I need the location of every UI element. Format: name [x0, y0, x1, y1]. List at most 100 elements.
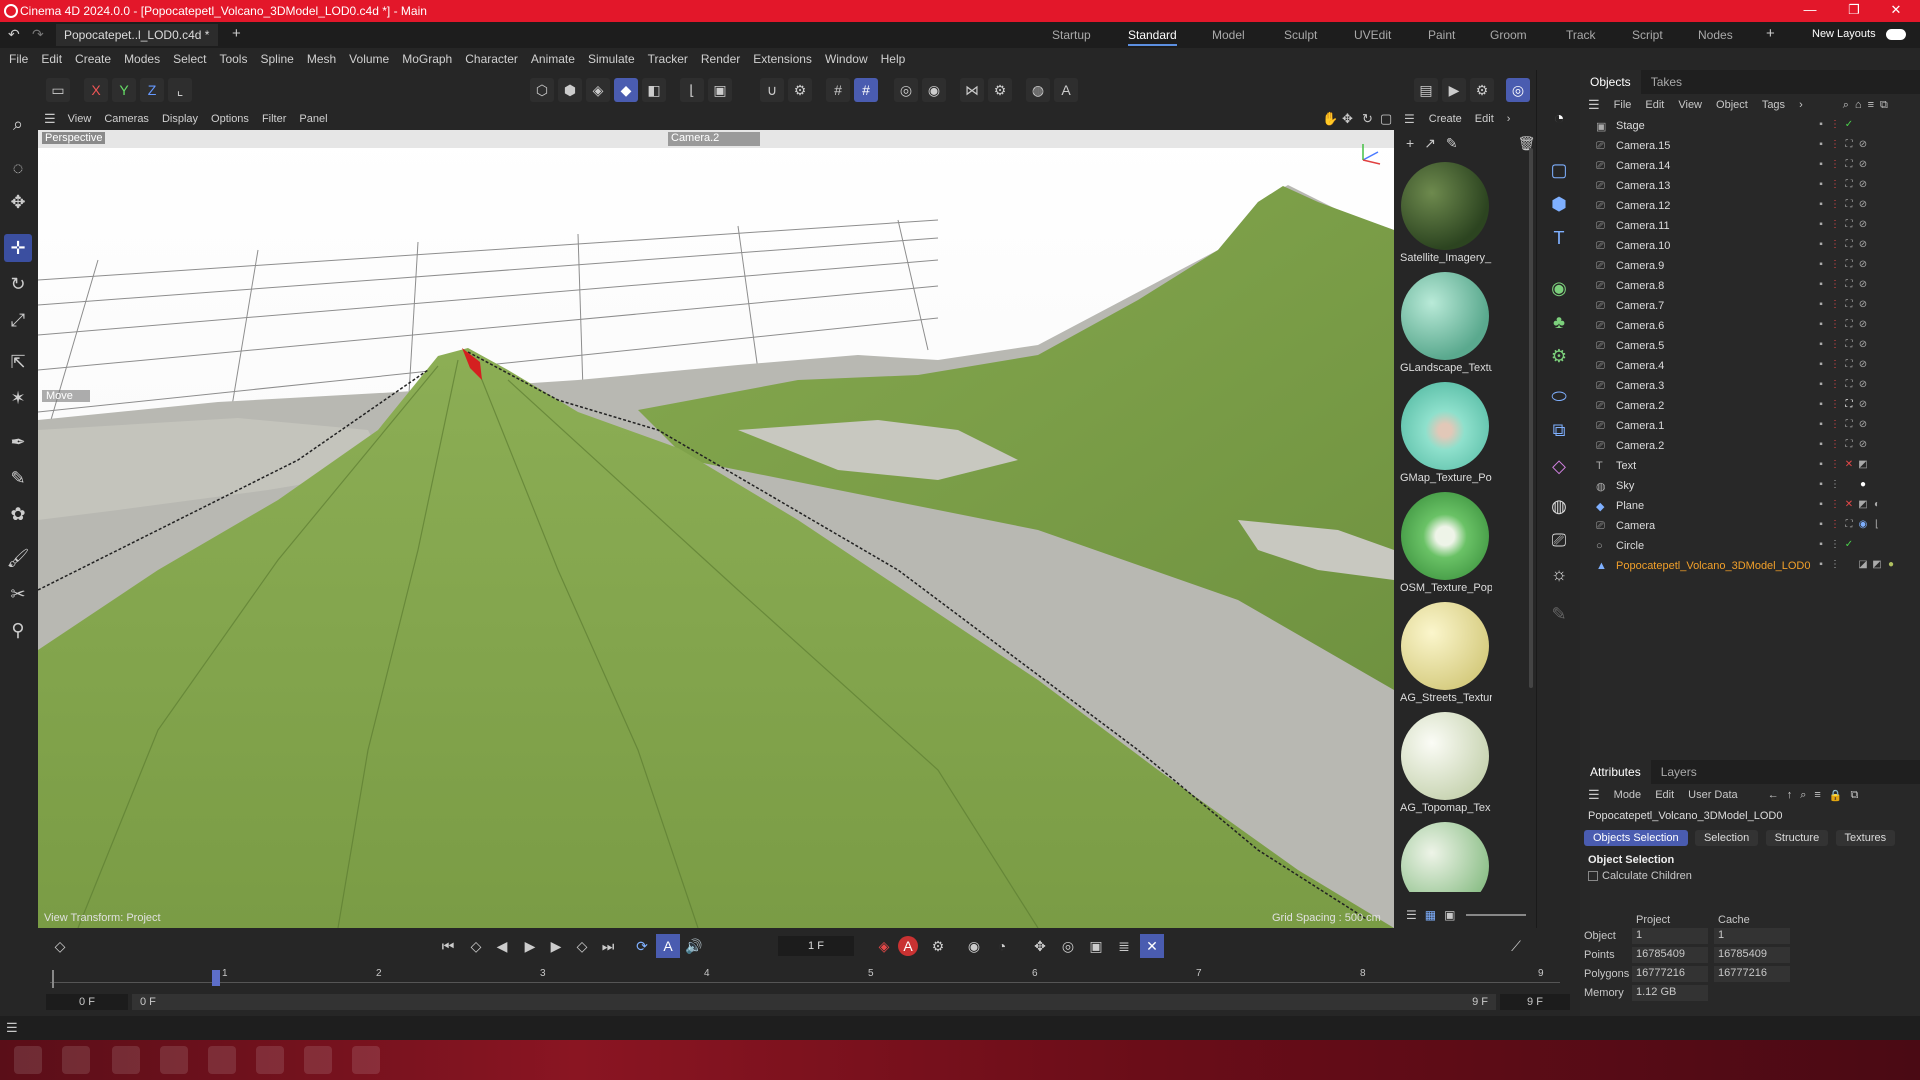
- object-row-camera-14[interactable]: ⎚ Camera.14 ▪ ⋮ ⛶ ⊘: [1580, 156, 1920, 176]
- object-row-camera-4[interactable]: ⎚ Camera.4 ▪ ⋮ ⛶ ⊘: [1580, 356, 1920, 376]
- layout-tab-sculpt[interactable]: Sculpt: [1284, 26, 1317, 46]
- taskbar-app-icon[interactable]: [256, 1046, 284, 1074]
- object-row-camera-5[interactable]: ⎚ Camera.5 ▪ ⋮ ⛶ ⊘: [1580, 336, 1920, 356]
- menu-create[interactable]: Create: [75, 52, 111, 66]
- object-row-camera-2b[interactable]: ⎚ Camera.2 ▪ ⋮ ⛶ ⊘: [1580, 436, 1920, 456]
- close-icon[interactable]: ✕: [1876, 2, 1916, 20]
- material-menu-create[interactable]: Create: [1429, 113, 1462, 125]
- y-axis-button[interactable]: Y: [112, 78, 136, 102]
- loop-icon[interactable]: ⟳: [630, 934, 654, 958]
- snap-settings-icon[interactable]: ⚙: [788, 78, 812, 102]
- om-menu-view[interactable]: View: [1678, 99, 1702, 111]
- material-gmap[interactable]: GMap_Texture_Po: [1400, 382, 1492, 484]
- record-keyframe-icon[interactable]: ◈: [872, 934, 896, 958]
- structure-button[interactable]: Structure: [1765, 830, 1829, 846]
- tab-takes[interactable]: Takes: [1641, 70, 1692, 94]
- taskbar-app-icon[interactable]: [208, 1046, 236, 1074]
- maximize-icon[interactable]: ❐: [1834, 2, 1874, 20]
- object-row-stage[interactable]: ▣ Stage ▪ ⋮ ✓: [1580, 116, 1920, 136]
- sound-icon[interactable]: 🔊: [682, 934, 706, 958]
- key-point-icon[interactable]: ≣: [1112, 934, 1136, 958]
- viewport-hamburger-icon[interactable]: ☰: [44, 111, 56, 127]
- menu-toggle-icon[interactable]: ▭: [46, 78, 70, 102]
- up-arrow-icon[interactable]: ↑: [1787, 789, 1793, 801]
- volume-icon[interactable]: ⧉: [1545, 416, 1573, 444]
- object-row-camera-6[interactable]: ⎚ Camera.6 ▪ ⋮ ⛶ ⊘: [1580, 316, 1920, 336]
- move-view-icon[interactable]: ✥: [1342, 111, 1353, 127]
- object-row-camera-15[interactable]: ⎚ Camera.15 ▪ ⋮ ⛶ ⊘: [1580, 136, 1920, 156]
- transform-tool-icon[interactable]: ⇱: [4, 348, 32, 376]
- auto-keyframe-icon[interactable]: A: [898, 936, 918, 956]
- object-row-camera-1[interactable]: ⎚ Camera.1 ▪ ⋮ ⛶ ⊘: [1580, 416, 1920, 436]
- keyframe-settings-icon[interactable]: ⚙: [926, 934, 950, 958]
- solo-icon[interactable]: ◉: [922, 78, 946, 102]
- key-position-icon[interactable]: ◉: [962, 934, 986, 958]
- soft-selection-icon[interactable]: ◎: [894, 78, 918, 102]
- om-menu-edit[interactable]: Edit: [1645, 99, 1664, 111]
- layout-tab-track[interactable]: Track: [1566, 26, 1596, 46]
- taskbar-app-icon[interactable]: [160, 1046, 188, 1074]
- object-row-plane[interactable]: ◆ Plane ▪ ⋮ ✕ ◩ ◐: [1580, 496, 1920, 516]
- new-window-icon[interactable]: ⧉: [1850, 789, 1858, 802]
- object-row-sky[interactable]: ◍ Sky ▪ ⋮ ●: [1580, 476, 1920, 496]
- object-row-camera[interactable]: ⎚ Camera ▪ ⋮ ⛶ ◉ ⌊: [1580, 516, 1920, 536]
- render-to-picture-viewer-icon[interactable]: ▶: [1442, 78, 1466, 102]
- playback-rate-icon[interactable]: A: [656, 934, 680, 958]
- viewport-menu-display[interactable]: Display: [162, 113, 198, 125]
- view-settings-icon[interactable]: ◍: [1026, 78, 1050, 102]
- menu-tracker[interactable]: Tracker: [648, 52, 688, 66]
- lock-icon[interactable]: 🔒: [1829, 789, 1843, 802]
- brush-tool-icon[interactable]: 🖌: [4, 544, 32, 572]
- rotate-tool-icon[interactable]: ↻: [4, 270, 32, 298]
- previous-frame-icon[interactable]: ◀: [490, 934, 514, 958]
- attr-hamburger-icon[interactable]: ☰: [1588, 787, 1600, 803]
- calculate-children-checkbox[interactable]: [1588, 871, 1598, 881]
- material-partial[interactable]: [1400, 822, 1490, 892]
- interactive-render-icon[interactable]: ◎: [1506, 78, 1530, 102]
- object-row-camera-9[interactable]: ⎚ Camera.9 ▪ ⋮ ⛶ ⊘: [1580, 256, 1920, 276]
- attr-menu-mode[interactable]: Mode: [1614, 789, 1642, 801]
- menu-character[interactable]: Character: [465, 52, 518, 66]
- scale-tool-icon[interactable]: ⤢: [4, 306, 32, 334]
- new-material-icon[interactable]: +: [1406, 135, 1414, 151]
- key-pla-icon[interactable]: ▣: [1084, 934, 1108, 958]
- tab-objects[interactable]: Objects: [1580, 70, 1641, 94]
- object-row-camera-3[interactable]: ⎚ Camera.3 ▪ ⋮ ⛶ ⊘: [1580, 376, 1920, 396]
- viewport-camera-label[interactable]: Camera.2: [668, 132, 760, 146]
- spline-pen-icon[interactable]: ✒: [4, 428, 32, 456]
- polygons-mode-icon[interactable]: ◈: [586, 78, 610, 102]
- redo-icon[interactable]: ↷: [32, 26, 44, 43]
- link-material-icon[interactable]: ↗: [1424, 135, 1436, 152]
- viewport-solo-icon[interactable]: ◔: [1545, 104, 1573, 132]
- field-icon[interactable]: ◇: [1545, 452, 1573, 480]
- keyframe-diamond-icon[interactable]: ◇: [48, 934, 72, 958]
- symmetry-icon[interactable]: ⋈: [960, 78, 984, 102]
- key-interp-icon[interactable]: ✕: [1140, 934, 1164, 958]
- camera-icon[interactable]: ⎚: [1545, 526, 1573, 554]
- menu-volume[interactable]: Volume: [349, 52, 389, 66]
- go-to-end-icon[interactable]: ⏭: [596, 934, 620, 958]
- chevron-right-icon[interactable]: ›: [1799, 99, 1803, 111]
- start-frame-field[interactable]: 0 F: [46, 994, 128, 1010]
- viewport-menu-filter[interactable]: Filter: [262, 113, 286, 125]
- play-icon[interactable]: ▶: [518, 934, 542, 958]
- points-mode-icon[interactable]: ⬡: [530, 78, 554, 102]
- home-icon[interactable]: ⌂: [1855, 99, 1862, 111]
- taskbar-app-icon[interactable]: [112, 1046, 140, 1074]
- live-selection-icon[interactable]: ◌: [4, 154, 32, 182]
- object-row-camera-11[interactable]: ⎚ Camera.11 ▪ ⋮ ⛶ ⊘: [1580, 216, 1920, 236]
- move-tool-icon[interactable]: ✛: [4, 234, 32, 262]
- viewport-menu-panel[interactable]: Panel: [299, 113, 327, 125]
- layout-tab-standard[interactable]: Standard: [1128, 26, 1177, 46]
- status-menu-icon[interactable]: ☰: [6, 1020, 18, 1036]
- edges-mode-icon[interactable]: ⬢: [558, 78, 582, 102]
- eyedropper-icon[interactable]: ✎: [1446, 135, 1458, 152]
- next-frame-icon[interactable]: ▶: [544, 934, 568, 958]
- layout-tab-startup[interactable]: Startup: [1052, 26, 1091, 46]
- material-satellite[interactable]: Satellite_Imagery_: [1400, 162, 1491, 264]
- material-ag-streets[interactable]: AG_Streets_Textur: [1400, 602, 1492, 704]
- material-osm[interactable]: OSM_Texture_Pop: [1400, 492, 1492, 594]
- mograph-icon[interactable]: ♣: [1545, 308, 1573, 336]
- uv-mode-icon[interactable]: ◧: [642, 78, 666, 102]
- menu-tools[interactable]: Tools: [219, 52, 247, 66]
